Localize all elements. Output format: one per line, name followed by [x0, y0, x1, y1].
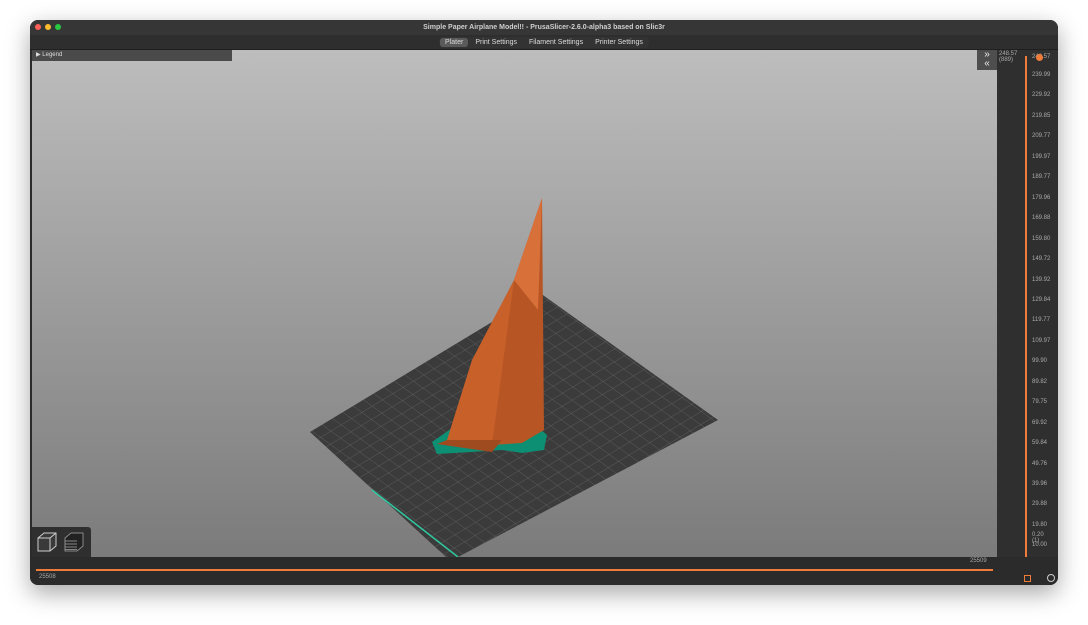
layer-tick-label: 79.75	[1032, 399, 1048, 406]
tab-plater[interactable]: Plater	[440, 37, 469, 47]
horizontal-move-slider[interactable]: 25508 25509	[30, 557, 1058, 585]
layer-tick-label: 219.85	[1032, 112, 1051, 119]
layer-tick-label: 159.80	[1032, 235, 1051, 242]
move-left-value: 25508	[39, 574, 56, 580]
layer-tick-label: 149.72	[1032, 256, 1051, 263]
layer-tick-label: 19.80	[1032, 521, 1048, 528]
collapse-sidebar-button[interactable]: » «	[977, 50, 997, 70]
layer-tick-label: 139.92	[1032, 276, 1051, 283]
layer-tick-label: 109.97	[1032, 337, 1051, 344]
layer-tick-label: 29.88	[1032, 501, 1048, 508]
tab-filament-settings[interactable]: Filament Settings	[524, 38, 588, 47]
layer-tick-label: 179.96	[1032, 194, 1051, 201]
layer-tick-label: 59.84	[1032, 440, 1048, 447]
legend-label: Legend	[42, 52, 63, 58]
layer-tick-label: 49.76	[1032, 460, 1048, 467]
layer-tick-label: 69.92	[1032, 419, 1048, 426]
lock-icon[interactable]	[1024, 575, 1031, 582]
tab-bar: Plater Print Settings Filament Settings …	[30, 35, 1058, 50]
move-slider-track[interactable]	[36, 569, 993, 571]
layer-tick-label: 39.96	[1032, 481, 1048, 487]
3d-view-cube-icon[interactable]	[35, 530, 59, 554]
layer-tick-label: 209.77	[1032, 133, 1051, 140]
bottom-layer-number: (1)	[1032, 538, 1040, 544]
title-bar: Simple Paper Airplane Model!! - PrusaSli…	[30, 20, 1058, 35]
tab-printer-settings[interactable]: Printer Settings	[590, 38, 648, 47]
app-window: Simple Paper Airplane Model!! - PrusaSli…	[30, 20, 1058, 585]
legend-toggle[interactable]: ▶ Legend	[32, 50, 232, 61]
zoom-button[interactable]	[55, 24, 61, 30]
print-preview-scene	[310, 198, 718, 557]
window-title: Simple Paper Airplane Model!! - PrusaSli…	[423, 24, 665, 31]
top-layer-handle[interactable]	[1036, 54, 1043, 61]
layer-tick-label: 99.90	[1032, 358, 1048, 365]
layer-slider-panel: 248.57(889) 248.57 239.99229.92219.85209…	[997, 50, 1058, 568]
top-layer-number: (889)	[999, 57, 1014, 63]
layer-tick-label: 239.99	[1032, 72, 1051, 78]
layer-tick-label: 169.88	[1032, 215, 1051, 222]
close-button[interactable]	[35, 24, 41, 30]
layer-tick-label: 119.77	[1032, 317, 1050, 324]
settings-cog-icon[interactable]	[1047, 574, 1055, 582]
layer-tick-label: 199.97	[1032, 153, 1051, 160]
layer-tick-label: 229.92	[1032, 92, 1051, 99]
vertical-layer-slider[interactable]	[1025, 56, 1027, 568]
3d-preview-canvas[interactable]: ▶ Legend » «	[32, 50, 997, 557]
layer-tick-label: 189.77	[1032, 174, 1051, 181]
layers-view-icon[interactable]	[62, 530, 86, 554]
tab-print-settings[interactable]: Print Settings	[470, 38, 522, 47]
minimize-button[interactable]	[45, 24, 51, 30]
layer-tick-label: 89.82	[1032, 378, 1048, 385]
move-right-value: 25509	[970, 558, 987, 564]
layer-tick-label: 129.84	[1032, 296, 1051, 303]
double-chevron-icon: » «	[984, 49, 990, 69]
